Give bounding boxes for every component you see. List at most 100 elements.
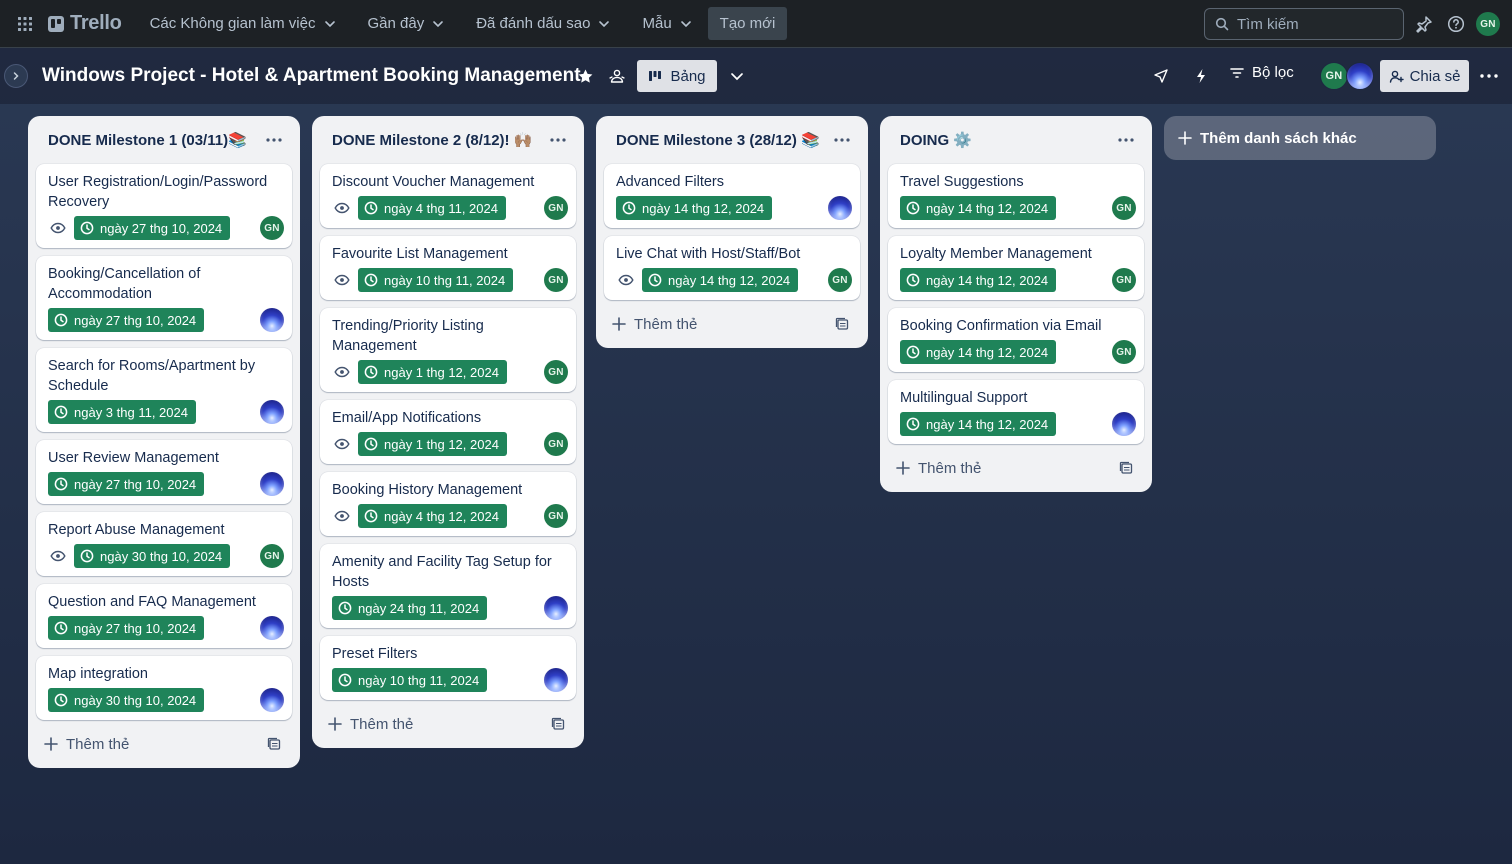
member-avatar-photo[interactable] [544, 668, 568, 692]
due-date-badge[interactable]: ngày 4 thg 12, 2024 [358, 504, 507, 528]
card-member[interactable] [260, 616, 284, 640]
card-template-icon[interactable] [832, 314, 852, 334]
list-menu-icon[interactable] [828, 126, 856, 154]
card-member[interactable]: GN [260, 544, 284, 568]
member-avatar[interactable]: GN [544, 360, 568, 384]
card-member[interactable] [544, 596, 568, 620]
card-member[interactable]: GN [1112, 340, 1136, 364]
due-date-badge[interactable]: ngày 1 thg 12, 2024 [358, 360, 507, 384]
due-date-badge[interactable]: ngày 14 thg 12, 2024 [900, 268, 1057, 292]
card-member[interactable]: GN [544, 196, 568, 220]
card[interactable]: Live Chat with Host/Staff/Bot ngày 14 thg… [604, 236, 860, 300]
list-title[interactable]: DONE Milestone 3 (28/12) 📚 [616, 131, 820, 149]
card-template-icon[interactable] [548, 714, 568, 734]
member-avatar-photo[interactable] [1112, 412, 1136, 436]
card[interactable]: Booking History Management ngày 4 thg 12,… [320, 472, 576, 536]
card[interactable]: Booking/Cancellation of Accommodation ngà… [36, 256, 292, 340]
add-card-button[interactable]: Thêm thẻ [328, 716, 413, 733]
card-member[interactable] [260, 688, 284, 712]
due-date-badge[interactable]: ngày 27 thg 10, 2024 [74, 216, 231, 240]
member-avatar[interactable]: GN [1112, 196, 1136, 220]
notifications-icon[interactable] [1414, 14, 1434, 34]
due-date-badge[interactable]: ngày 4 thg 11, 2024 [358, 196, 506, 220]
card-member[interactable] [544, 668, 568, 692]
card[interactable]: Discount Voucher Management ngày 4 thg 11… [320, 164, 576, 228]
board-title[interactable]: Windows Project - Hotel & Apartment Book… [42, 65, 581, 87]
card[interactable]: Advanced Filters ngày 14 thg 12, 2024 [604, 164, 860, 228]
visibility-workspace-icon[interactable] [607, 66, 627, 86]
list-header[interactable]: DONE Milestone 3 (28/12) 📚 [604, 124, 860, 156]
nav-recent[interactable]: Gần đây [360, 9, 453, 38]
member-avatar[interactable]: GN [1112, 268, 1136, 292]
nav-starred[interactable]: Đã đánh dấu sao [468, 9, 618, 38]
card-member[interactable] [828, 196, 852, 220]
member-avatar[interactable]: GN [544, 196, 568, 220]
list-menu-icon[interactable] [260, 126, 288, 154]
list-header[interactable]: DONE Milestone 1 (03/11)📚 [36, 124, 292, 156]
card-member[interactable]: GN [544, 504, 568, 528]
list-header[interactable]: DONE Milestone 2 (8/12)! 🙌🏽 [320, 124, 576, 156]
board-menu-icon[interactable] [1479, 66, 1499, 86]
due-date-badge[interactable]: ngày 14 thg 12, 2024 [900, 196, 1057, 220]
card-template-icon[interactable] [1116, 458, 1136, 478]
automation-icon[interactable] [1191, 66, 1211, 86]
share-button[interactable]: Chia sẻ [1380, 60, 1469, 92]
member-avatar-photo[interactable] [260, 308, 284, 332]
member-avatar-photo[interactable] [828, 196, 852, 220]
due-date-badge[interactable]: ngày 3 thg 11, 2024 [48, 400, 196, 424]
due-date-badge[interactable]: ngày 27 thg 10, 2024 [48, 472, 205, 496]
card-member[interactable]: GN [544, 360, 568, 384]
board-view-button[interactable]: Bảng [637, 60, 717, 92]
list-menu-icon[interactable] [544, 126, 572, 154]
card[interactable]: Preset Filters ngày 10 thg 11, 2024 [320, 636, 576, 700]
member-avatar[interactable]: GN [544, 504, 568, 528]
nav-workspaces[interactable]: Các Không gian làm việc [142, 9, 344, 38]
member-avatar-photo[interactable] [260, 400, 284, 424]
member-avatar-photo[interactable] [1346, 62, 1374, 90]
card-member[interactable] [260, 472, 284, 496]
add-list-button[interactable]: Thêm danh sách khác [1164, 116, 1436, 160]
due-date-badge[interactable]: ngày 14 thg 12, 2024 [900, 340, 1057, 364]
sidebar-toggle-icon[interactable] [4, 64, 28, 88]
member-avatar-photo[interactable] [260, 688, 284, 712]
list-title[interactable]: DOING ⚙️ [900, 131, 972, 149]
add-card-button[interactable]: Thêm thẻ [612, 316, 697, 333]
due-date-badge[interactable]: ngày 10 thg 11, 2024 [358, 268, 514, 292]
member-avatar[interactable]: GN [1320, 62, 1348, 90]
card[interactable]: Email/App Notifications ngày 1 thg 12, 20… [320, 400, 576, 464]
card-member[interactable] [260, 308, 284, 332]
card[interactable]: User Review Management ngày 27 thg 10, 20… [36, 440, 292, 504]
card-template-icon[interactable] [264, 734, 284, 754]
search-input[interactable]: Tìm kiếm [1204, 8, 1404, 40]
card-member[interactable]: GN [260, 216, 284, 240]
due-date-badge[interactable]: ngày 14 thg 12, 2024 [642, 268, 799, 292]
card-member[interactable]: GN [544, 432, 568, 456]
card-member[interactable]: GN [1112, 268, 1136, 292]
card[interactable]: Search for Rooms/Apartment by Schedule ng… [36, 348, 292, 432]
due-date-badge[interactable]: ngày 27 thg 10, 2024 [48, 308, 205, 332]
card[interactable]: Favourite List Management ngày 10 thg 11,… [320, 236, 576, 300]
list-menu-icon[interactable] [1112, 126, 1140, 154]
card[interactable]: Trending/Priority Listing Management ngày… [320, 308, 576, 392]
member-avatar[interactable]: GN [260, 216, 284, 240]
card-member[interactable]: GN [828, 268, 852, 292]
list-title[interactable]: DONE Milestone 2 (8/12)! 🙌🏽 [332, 131, 532, 149]
card[interactable]: Map integration ngày 30 thg 10, 2024 [36, 656, 292, 720]
card[interactable]: Question and FAQ Management ngày 27 thg 1… [36, 584, 292, 648]
member-avatar[interactable]: GN [1112, 340, 1136, 364]
view-switcher-chevron-icon[interactable] [727, 66, 747, 86]
member-avatar[interactable]: GN [544, 432, 568, 456]
due-date-badge[interactable]: ngày 27 thg 10, 2024 [48, 616, 205, 640]
card[interactable]: User Registration/Login/Password Recover… [36, 164, 292, 248]
power-ups-icon[interactable] [1151, 66, 1171, 86]
card[interactable]: Travel Suggestions ngày 14 thg 12, 2024 GN [888, 164, 1144, 228]
app-switcher-icon[interactable] [14, 13, 36, 35]
due-date-badge[interactable]: ngày 30 thg 10, 2024 [48, 688, 205, 712]
card[interactable]: Report Abuse Management ngày 30 thg 10, 2… [36, 512, 292, 576]
trello-logo[interactable]: Trello [48, 12, 122, 35]
add-card-button[interactable]: Thêm thẻ [896, 460, 981, 477]
card-member[interactable]: GN [1112, 196, 1136, 220]
due-date-badge[interactable]: ngày 24 thg 11, 2024 [332, 596, 488, 620]
due-date-badge[interactable]: ngày 30 thg 10, 2024 [74, 544, 231, 568]
due-date-badge[interactable]: ngày 10 thg 11, 2024 [332, 668, 488, 692]
